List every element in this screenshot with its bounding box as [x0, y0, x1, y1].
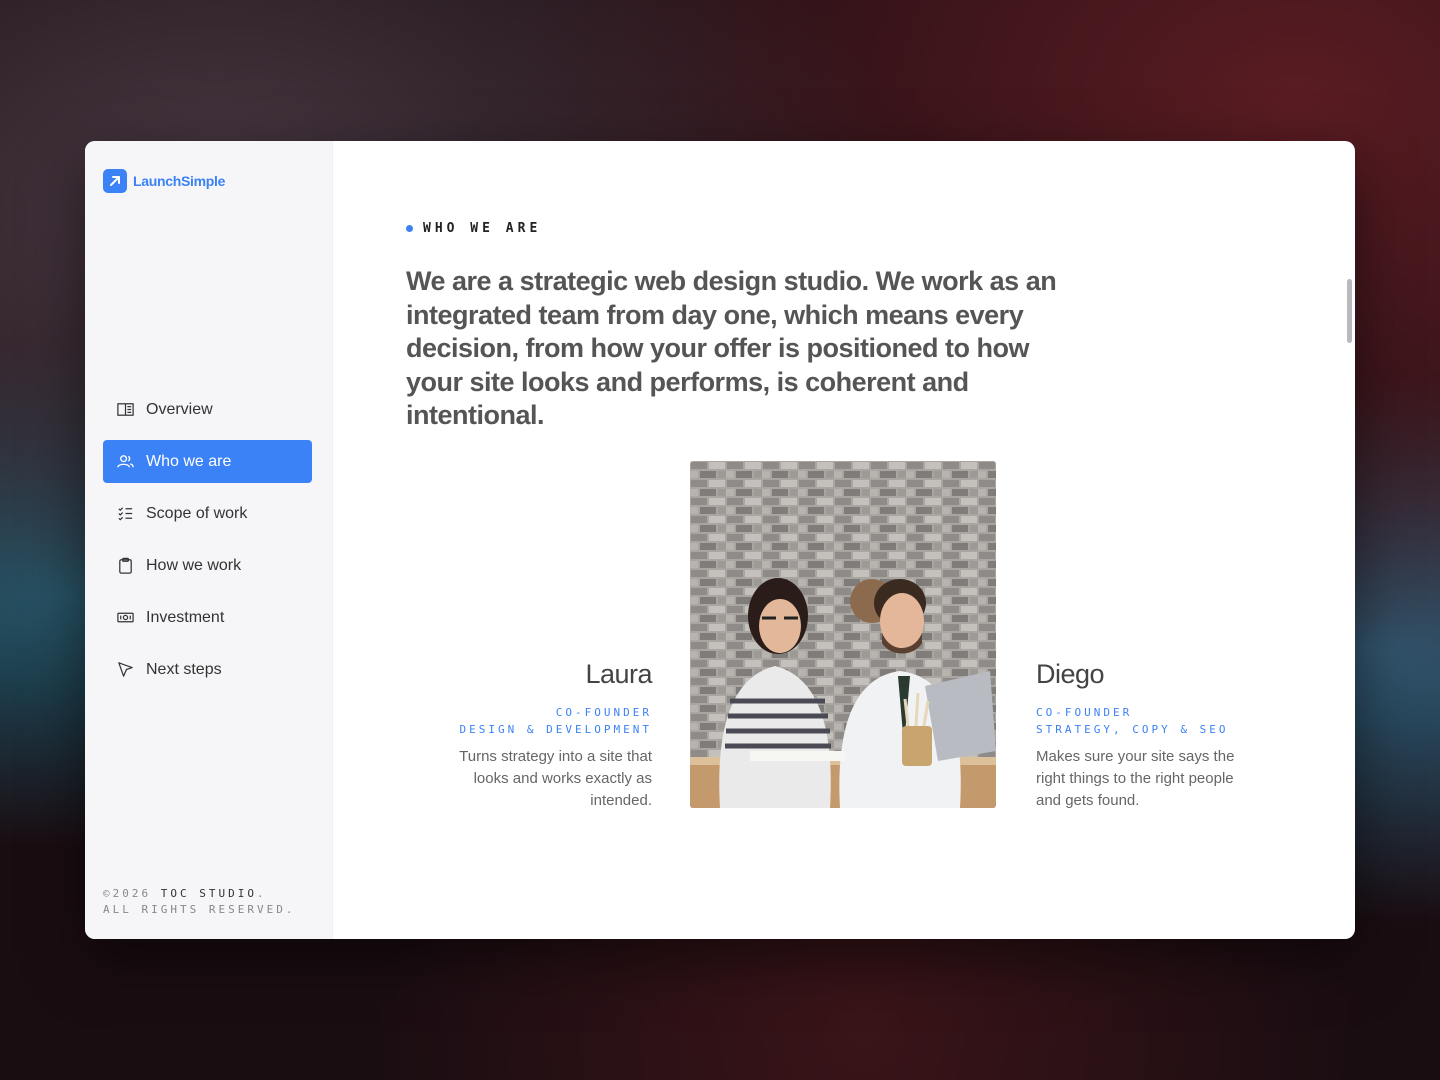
team-member-name: Laura — [585, 659, 652, 689]
sidebar-item-label: Investment — [146, 608, 225, 626]
team-member-laura: Laura CO-FOUNDER DESIGN & DEVELOPMENT Tu… — [432, 659, 652, 812]
sidebar-item-scope-of-work[interactable]: Scope of work — [103, 492, 312, 535]
team-photo — [690, 461, 996, 808]
sidebar-item-how-we-work[interactable]: How we work — [103, 544, 312, 587]
team-member-specialty: STRATEGY, COPY & SEO — [1036, 723, 1229, 736]
copyright-studio: TOC STUDIO — [160, 887, 257, 900]
sidebar-item-label: How we work — [146, 556, 242, 574]
scrollbar-thumb[interactable] — [1347, 279, 1352, 343]
clipboard-icon — [119, 557, 132, 574]
book-open-icon — [117, 403, 134, 416]
arrow-up-right-icon — [103, 169, 127, 193]
copyright-notice: ©2026 TOC STUDIO. ALL RIGHTS RESERVED. — [103, 887, 296, 916]
team-member-name: Diego — [1036, 659, 1105, 689]
cursor-pointer-icon — [118, 662, 133, 677]
team-member-bio: Makes sure your site says the right thin… — [1036, 748, 1235, 809]
sidebar-item-label: Overview — [146, 400, 213, 418]
sidebar-nav: Overview Who we are Scope of work How we… — [103, 388, 312, 700]
app-window: LaunchSimple Overview Who we are Scope o… — [85, 141, 1355, 939]
team-member-diego: Diego CO-FOUNDER STRATEGY, COPY & SEO Ma… — [1036, 659, 1246, 812]
sidebar-item-label: Next steps — [146, 660, 222, 678]
sidebar: LaunchSimple Overview Who we are Scope o… — [85, 141, 333, 939]
brand-name: LaunchSimple — [133, 173, 226, 189]
team-member-bio: Turns strategy into a site that looks an… — [459, 748, 652, 809]
list-checks-icon — [118, 507, 133, 521]
sidebar-item-investment[interactable]: Investment — [103, 596, 312, 639]
users-icon — [117, 455, 134, 468]
sidebar-item-overview[interactable]: Overview — [103, 388, 312, 431]
team-member-role: CO-FOUNDER — [1036, 706, 1133, 719]
copyright-rest: ALL RIGHTS RESERVED. — [103, 903, 296, 916]
team-member-specialty: DESIGN & DEVELOPMENT — [459, 723, 652, 736]
section-headline: We are a strategic web design studio. We… — [406, 266, 1057, 430]
brand-logo[interactable]: LaunchSimple — [103, 169, 225, 193]
sidebar-item-label: Who we are — [146, 452, 232, 470]
sidebar-item-next-steps[interactable]: Next steps — [103, 648, 312, 691]
eyebrow-dot-icon — [406, 225, 413, 232]
eyebrow-label: WHO WE ARE — [423, 221, 542, 236]
copyright-year: ©2026 — [103, 887, 152, 900]
team-member-role: CO-FOUNDER — [555, 706, 652, 719]
section-eyebrow: WHO WE ARE — [406, 221, 541, 236]
sidebar-item-label: Scope of work — [146, 504, 248, 522]
sidebar-item-who-we-are[interactable]: Who we are — [103, 440, 312, 483]
banknote-icon — [117, 612, 134, 623]
main-content: WHO WE ARE We are a strategic web design… — [333, 141, 1355, 939]
